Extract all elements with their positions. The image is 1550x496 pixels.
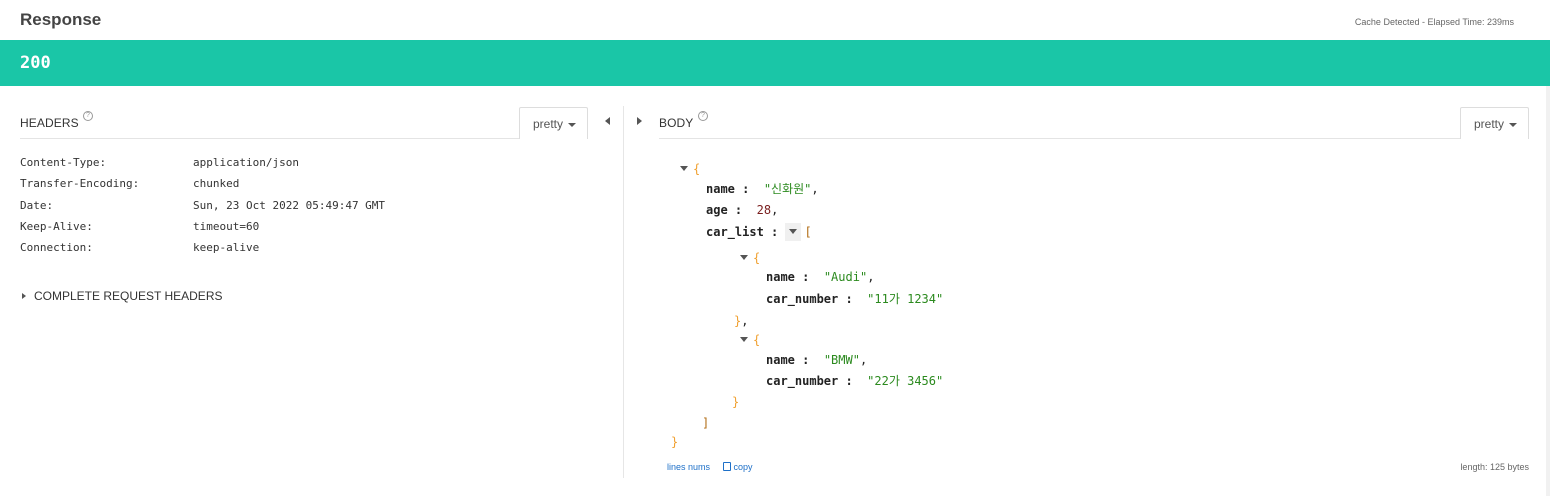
headers-label: HEADERS xyxy=(20,116,79,130)
copy-icon xyxy=(722,462,731,471)
body-footer-links: lines nums copy xyxy=(667,462,753,472)
header-row: Keep-Alive: timeout=60 xyxy=(20,220,580,241)
status-bar: 200 xyxy=(0,40,1550,86)
json-line: name : "Audi", xyxy=(766,270,875,284)
body-format-value: pretty xyxy=(1474,117,1505,131)
header-row: Content-Type: application/json xyxy=(20,156,580,177)
collapse-toggle-icon[interactable] xyxy=(740,255,748,260)
header-key: Connection: xyxy=(20,241,93,255)
header-row: Connection: keep-alive xyxy=(20,241,580,262)
body-length-info: length: 125 bytes xyxy=(1460,462,1529,472)
response-header: Response Cache Detected - Elapsed Time: … xyxy=(0,0,1550,40)
body-label: BODY xyxy=(659,116,694,130)
json-value: 28 xyxy=(756,203,772,217)
json-object-open: { xyxy=(740,249,760,267)
json-value: "신화원" xyxy=(763,182,812,196)
json-line: car_number : "22가 3456" xyxy=(766,374,944,388)
elapsed-time-info: Cache Detected - Elapsed Time: 239ms xyxy=(1354,17,1514,27)
json-root-open: { xyxy=(680,160,700,178)
collapse-left-icon[interactable] xyxy=(605,117,610,125)
headers-format-dropdown[interactable]: pretty xyxy=(519,107,588,139)
json-line: car_list : [ xyxy=(706,223,812,241)
header-key: Content-Type: xyxy=(20,156,107,169)
status-code: 200 xyxy=(20,53,51,73)
headers-list: Content-Type: application/json Transfer-… xyxy=(20,156,580,262)
json-root-close: } xyxy=(671,435,679,449)
complete-request-headers-label: COMPLETE REQUEST HEADERS xyxy=(34,289,223,303)
json-object-close: } xyxy=(732,395,740,409)
header-key: Date: xyxy=(20,198,54,212)
copy-label: copy xyxy=(733,462,753,472)
headers-panel: HEADERS ? pretty Content-Type: applicati… xyxy=(0,86,624,496)
panel-divider[interactable] xyxy=(623,106,624,478)
line-numbers-toggle[interactable]: lines nums xyxy=(667,462,710,472)
complete-request-headers-toggle[interactable]: COMPLETE REQUEST HEADERS xyxy=(22,289,222,303)
collapse-toggle-icon[interactable] xyxy=(789,229,798,234)
headers-panel-header: HEADERS ? pretty xyxy=(20,107,588,139)
json-line: car_number : "11가 1234" xyxy=(766,292,944,306)
json-value: "22가 3456" xyxy=(867,374,944,388)
caret-down-icon xyxy=(568,122,577,127)
caret-right-icon xyxy=(22,293,26,299)
header-row: Transfer-Encoding: chunked xyxy=(20,177,580,198)
header-value: chunked xyxy=(193,177,240,191)
json-line: name : "신화원", xyxy=(706,182,819,196)
json-object-close: }, xyxy=(734,314,749,328)
scrollbar[interactable] xyxy=(1546,86,1550,496)
headers-format-value: pretty xyxy=(533,117,564,131)
question-circle-icon[interactable]: ? xyxy=(83,111,93,121)
json-object-open: { xyxy=(740,331,760,349)
collapse-toggle-icon[interactable] xyxy=(740,337,748,342)
copy-button[interactable]: copy xyxy=(722,462,753,472)
header-value: Sun, 23 Oct 2022 05:49:47 GMT xyxy=(193,198,386,212)
header-value: timeout=60 xyxy=(193,219,260,233)
body-format-dropdown[interactable]: pretty xyxy=(1460,107,1529,139)
collapse-right-icon[interactable] xyxy=(637,117,642,125)
json-value: "Audi" xyxy=(823,270,868,284)
header-value: keep-alive xyxy=(193,241,260,255)
json-line: age : 28, xyxy=(706,203,779,217)
caret-down-icon xyxy=(1509,122,1518,127)
json-value: "11가 1234" xyxy=(867,292,944,306)
json-line: name : "BMW", xyxy=(766,353,868,367)
json-value: "BMW" xyxy=(823,353,860,367)
body-panel-header: BODY ? pretty xyxy=(659,107,1529,139)
question-circle-icon[interactable]: ? xyxy=(698,111,708,121)
header-value: application/json xyxy=(193,156,299,169)
header-key: Transfer-Encoding: xyxy=(20,177,140,191)
header-row: Date: Sun, 23 Oct 2022 05:49:47 GMT xyxy=(20,199,580,220)
collapse-toggle-icon[interactable] xyxy=(680,166,688,171)
header-key: Keep-Alive: xyxy=(20,219,93,233)
json-array-close: ] xyxy=(702,416,710,430)
response-title: Response xyxy=(20,10,102,29)
